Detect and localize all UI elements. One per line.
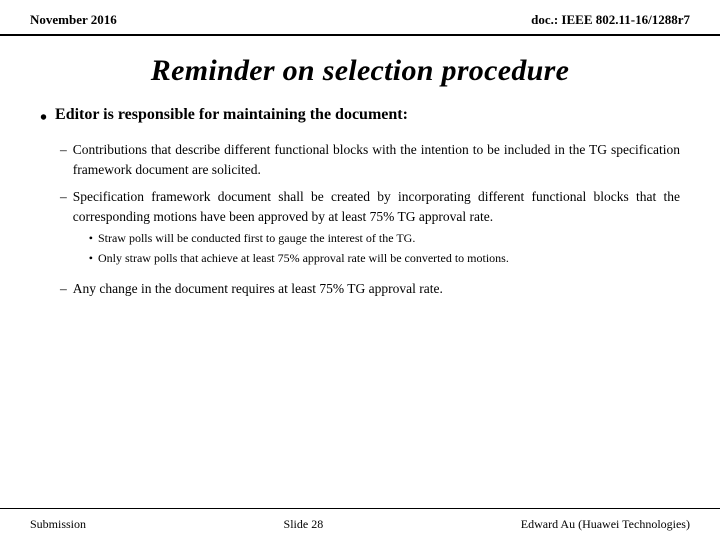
sub-item-1: – Contributions that describe different …: [60, 140, 680, 179]
header-doc-id: doc.: IEEE 802.11-16/1288r7: [531, 12, 690, 28]
bullet-point-2: • Only straw polls that achieve at least…: [89, 250, 680, 267]
footer-left: Submission: [30, 517, 86, 532]
slide: November 2016 doc.: IEEE 802.11-16/1288r…: [0, 0, 720, 540]
slide-footer: Submission Slide 28 Edward Au (Huawei Te…: [0, 508, 720, 540]
sub-item-3-text: Any change in the document requires at l…: [73, 279, 680, 299]
sub-item-3-dash: –: [60, 279, 67, 299]
bullet-point-1: • Straw polls will be conducted first to…: [89, 230, 680, 247]
bullet-point-2-text: Only straw polls that achieve at least 7…: [98, 250, 509, 267]
bullet-points-list: • Straw polls will be conducted first to…: [73, 230, 680, 267]
footer-center: Slide 28: [284, 517, 324, 532]
slide-header: November 2016 doc.: IEEE 802.11-16/1288r…: [0, 0, 720, 36]
footer-right: Edward Au (Huawei Technologies): [521, 517, 690, 532]
main-bullet: • Editor is responsible for maintaining …: [40, 106, 680, 130]
sub-item-1-dash: –: [60, 140, 67, 160]
content-area: • Editor is responsible for maintaining …: [0, 98, 720, 508]
main-bullet-text: Editor is responsible for maintaining th…: [55, 106, 408, 124]
sub-item-2-dash: –: [60, 187, 67, 207]
sub-item-2-content: Specification framework document shall b…: [73, 187, 680, 271]
bullet-point-1-dot: •: [89, 230, 93, 247]
sub-item-1-text: Contributions that describe different fu…: [73, 140, 680, 179]
sub-items-list: – Contributions that describe different …: [40, 140, 680, 298]
main-bullet-icon: •: [40, 106, 47, 130]
bullet-point-1-text: Straw polls will be conducted first to g…: [98, 230, 415, 247]
sub-item-2: – Specification framework document shall…: [60, 187, 680, 271]
header-date: November 2016: [30, 12, 117, 28]
sub-item-2-text: Specification framework document shall b…: [73, 189, 680, 224]
sub-item-3: – Any change in the document requires at…: [60, 279, 680, 299]
bullet-point-2-dot: •: [89, 250, 93, 267]
slide-title: Reminder on selection procedure: [30, 54, 690, 88]
title-section: Reminder on selection procedure: [0, 36, 720, 98]
